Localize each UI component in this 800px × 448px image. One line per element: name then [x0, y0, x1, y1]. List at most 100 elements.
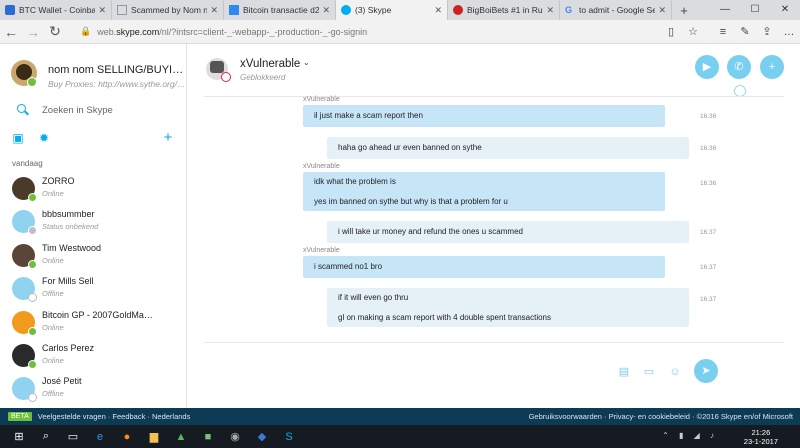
favorite-star-icon[interactable]: ☆ [682, 25, 704, 38]
presence-icon [28, 193, 37, 202]
message-text: i will take ur money and refund the ones… [338, 227, 523, 236]
incoming-message[interactable]: idk what the problem is yes im banned on … [303, 172, 665, 211]
app-icon[interactable]: ■ [200, 429, 216, 445]
file-icon[interactable]: ▤ [618, 366, 630, 378]
outgoing-message[interactable]: haha go ahead ur even banned on sythe [327, 137, 689, 159]
windows-start-icon[interactable]: ⊞ [11, 429, 27, 445]
section-label: vandaag [12, 159, 43, 168]
url-field[interactable]: web.skype.com/nl/?intsrc=client-_-webapp… [97, 27, 660, 37]
contacts-book-icon[interactable]: ▣ [12, 132, 24, 144]
notes-icon[interactable]: ✎ [734, 25, 756, 38]
contact-item[interactable]: José Petit Offline [0, 371, 186, 404]
contact-item[interactable]: For Mills Sell Offline [0, 271, 186, 304]
explorer-icon[interactable]: ▆ [146, 429, 162, 445]
search-icon [16, 103, 30, 117]
emoticon-icon[interactable]: ☺ [669, 366, 681, 378]
add-people-button[interactable]: + [760, 55, 784, 79]
incoming-message[interactable]: i scammed no1 bro [303, 256, 665, 278]
app-icon[interactable]: ◆ [254, 429, 270, 445]
more-icon[interactable]: … [778, 26, 800, 38]
message-time: 16:37 [700, 296, 717, 303]
close-tab-icon[interactable]: ✕ [98, 5, 106, 16]
contact-status: Online [42, 355, 64, 365]
edge-icon[interactable]: e [92, 429, 108, 445]
message-time: 16:37 [700, 264, 717, 271]
contact-item[interactable]: Bitcoin GP - 2007GoldMa… Online [0, 305, 186, 338]
message-time: 16:36 [700, 180, 717, 187]
tab-bigboibets[interactable]: BigBoiBets #1 in Runescap✕ [448, 0, 560, 20]
video-call-button[interactable]: ▶ [695, 55, 719, 79]
reading-view-icon[interactable]: ▯ [660, 25, 682, 38]
tab-bitcoin[interactable]: Bitcoin transactie d24698c✕ [224, 0, 336, 20]
message-time: 16:36 [700, 113, 717, 120]
blocked-icon [221, 72, 231, 82]
firefox-icon[interactable]: ● [119, 429, 135, 445]
maximize-icon[interactable]: ☐ [740, 0, 770, 20]
contact-item[interactable]: ZORRO Online [0, 171, 186, 204]
hub-icon[interactable]: ≡ [712, 26, 734, 38]
message-text: if it will even go thru [338, 293, 409, 302]
message-list: xVulnerable il just make a scam report th… [188, 96, 800, 340]
close-window-icon[interactable]: ✕ [770, 0, 800, 20]
contact-name: Bitcoin GP - 2007GoldMa… [42, 309, 153, 320]
send-button[interactable]: ➤ [694, 359, 718, 383]
forward-arrow-icon[interactable]: → [22, 24, 44, 40]
close-tab-icon[interactable]: ✕ [658, 5, 666, 16]
gear-icon[interactable]: ✹ [38, 132, 50, 144]
mood-message: Buy Proxies: http://www.sythe.org/… [48, 79, 186, 89]
add-icon[interactable]: + [162, 130, 174, 145]
contact-name[interactable]: xVulnerable [240, 58, 300, 70]
contact-status: Status onbekend [42, 222, 99, 232]
contact-name: For Mills Sell [42, 276, 94, 287]
skype-icon [341, 5, 351, 15]
message-text: i scammed no1 bro [314, 262, 383, 271]
footer-legal[interactable]: Gebruiksvoorwaarden · Privacy- en cookie… [529, 412, 793, 421]
contact-name: José Petit [42, 376, 82, 387]
minimize-icon[interactable]: — [710, 0, 740, 20]
close-tab-icon[interactable]: ✕ [546, 5, 554, 16]
refresh-icon[interactable]: ↻ [44, 23, 66, 40]
presence-icon [28, 259, 37, 269]
back-arrow-icon[interactable]: ← [0, 24, 22, 40]
system-tray: ⌃ ▮ ◢ ♪ [662, 431, 718, 440]
presence-icon [28, 293, 37, 303]
close-tab-icon[interactable]: ✕ [210, 5, 218, 16]
footer-links[interactable]: Veelgestelde vragen · Feedback · Nederla… [38, 412, 191, 421]
close-tab-icon[interactable]: ✕ [434, 5, 442, 16]
task-view-icon[interactable]: ▭ [65, 429, 81, 445]
message-text: haha go ahead ur even banned on sythe [338, 143, 482, 152]
new-tab-button[interactable]: + [672, 0, 696, 20]
divider [204, 96, 784, 97]
tab-skype[interactable]: (3) Skype ✕ [336, 0, 448, 20]
search-input[interactable]: Zoeken in Skype [42, 105, 113, 116]
windows-taskbar: ⊞ ⌕ ▭ e ● ▆ ▲ ■ ◉ ◆ S ⌃ ▮ ◢ ♪ 21:26 23-1-… [0, 425, 800, 448]
contact-card-icon[interactable]: ▭ [643, 366, 655, 378]
app-icon[interactable]: ▲ [173, 429, 189, 445]
app-icon[interactable]: ◉ [227, 429, 243, 445]
contact-item[interactable]: Tim Westwood Online [0, 238, 186, 271]
voice-call-button[interactable]: ✆ [727, 55, 751, 79]
search-icon[interactable]: ⌕ [38, 429, 54, 445]
close-tab-icon[interactable]: ✕ [322, 5, 330, 16]
outgoing-message[interactable]: i will take ur money and refund the ones… [327, 221, 689, 243]
contact-name: Carlos Perez [42, 342, 95, 353]
message-text: idk what the problem is [314, 177, 396, 186]
conversation-header: xVulnerable ⌄ Geblokkeerd ▶ ✆ + [188, 44, 800, 97]
outgoing-message[interactable]: if it will even go thru gl on making a sc… [327, 288, 689, 327]
skype-taskbar-icon[interactable]: S [281, 429, 297, 445]
my-profile[interactable]: nom nom SELLING/BUYI… Buy Proxies: http:… [8, 60, 186, 100]
tab-coinbase[interactable]: BTC Wallet - Coinbase✕ [0, 0, 112, 20]
skype-sidebar: nom nom SELLING/BUYI… Buy Proxies: http:… [0, 44, 187, 408]
contact-item[interactable]: bbbsummber Status onbekend [0, 204, 186, 237]
system-clock[interactable]: 21:26 23-1-2017 [744, 428, 778, 446]
contact-item[interactable]: Carlos Perez Online [0, 338, 186, 371]
incoming-message[interactable]: il just make a scam report then [303, 105, 665, 127]
search-box[interactable]: Zoeken in Skype [16, 102, 181, 118]
tab-google[interactable]: Gto admit - Google Search✕ [560, 0, 672, 20]
coinbase-icon [5, 5, 15, 15]
tab-scammed[interactable]: Scammed by Nom nom | S✕ [112, 0, 224, 20]
browser-tab-strip: BTC Wallet - Coinbase✕ Scammed by Nom no… [0, 0, 800, 20]
chevron-down-icon[interactable]: ⌄ [303, 58, 310, 67]
share-icon[interactable]: ⇪ [756, 25, 778, 38]
divider [204, 342, 784, 343]
